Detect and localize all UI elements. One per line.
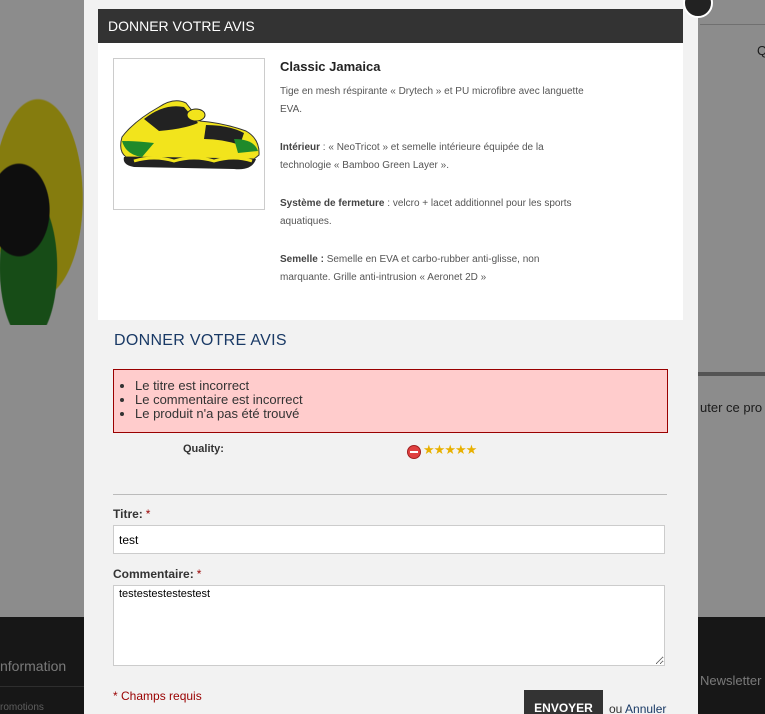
feature-interieur: Intérieur : « NeoTricot » et semelle int…	[280, 139, 590, 175]
star-icon[interactable]: ★	[434, 442, 446, 458]
error-box: Le titre est incorrect Le commentaire es…	[113, 369, 668, 433]
cancel-link[interactable]: Annuler	[625, 702, 666, 714]
star-rating: ★★★★★	[423, 442, 478, 458]
star-icon[interactable]: ★	[466, 442, 478, 458]
titre-label: Titre: *	[113, 507, 150, 521]
error-item: Le produit n'a pas été trouvé	[135, 407, 667, 421]
comment-label-text: Commentaire:	[113, 567, 194, 581]
error-item: Le commentaire est incorrect	[135, 393, 667, 407]
submit-button[interactable]: ENVOYER	[524, 690, 603, 714]
close-icon[interactable]	[683, 0, 713, 18]
description-intro: Tige en mesh réspirante « Drytech » et P…	[280, 86, 584, 115]
form-divider	[113, 494, 667, 495]
review-modal: DONNER VOTRE AVIS Classic Jamaica Tige e…	[84, 0, 698, 714]
modal-header: DONNER VOTRE AVIS	[98, 9, 683, 43]
required-marker: *	[145, 507, 151, 521]
error-list: Le titre est incorrect Le commentaire es…	[114, 370, 667, 421]
or-text: ou	[609, 702, 623, 714]
feature-label: Intérieur	[280, 142, 321, 153]
shoe-illustration	[120, 100, 260, 170]
feature-label: Système de fermeture	[280, 198, 385, 209]
star-icon[interactable]: ★	[423, 442, 435, 458]
quality-label: Quality:	[183, 443, 224, 455]
cancel-group: ou Annuler	[609, 702, 666, 714]
form-title: DONNER VOTRE AVIS	[114, 332, 287, 349]
feature-label: Semelle :	[280, 254, 324, 265]
comment-label: Commentaire: *	[113, 567, 201, 581]
product-name: Classic Jamaica	[280, 59, 381, 74]
titre-label-text: Titre:	[113, 507, 143, 521]
shoe-image	[113, 58, 265, 210]
required-fields-note: * Champs requis	[113, 689, 202, 703]
feature-text: : « NeoTricot » et semelle intérieure éq…	[280, 142, 544, 171]
required-marker: *	[196, 567, 202, 581]
cancel-rating-icon[interactable]	[407, 445, 421, 459]
comment-textarea[interactable]: testestestestestest	[113, 585, 665, 666]
error-item: Le titre est incorrect	[135, 379, 667, 393]
feature-semelle: Semelle : Semelle en EVA et carbo-rubber…	[280, 251, 590, 287]
star-icon[interactable]: ★	[444, 442, 456, 458]
star-icon[interactable]: ★	[455, 442, 467, 458]
feature-fermeture: Système de fermeture : velcro + lacet ad…	[280, 195, 590, 231]
product-panel: Classic Jamaica Tige en mesh réspirante …	[98, 43, 683, 320]
product-description: Tige en mesh réspirante « Drytech » et P…	[280, 83, 590, 307]
titre-input[interactable]	[113, 525, 665, 554]
